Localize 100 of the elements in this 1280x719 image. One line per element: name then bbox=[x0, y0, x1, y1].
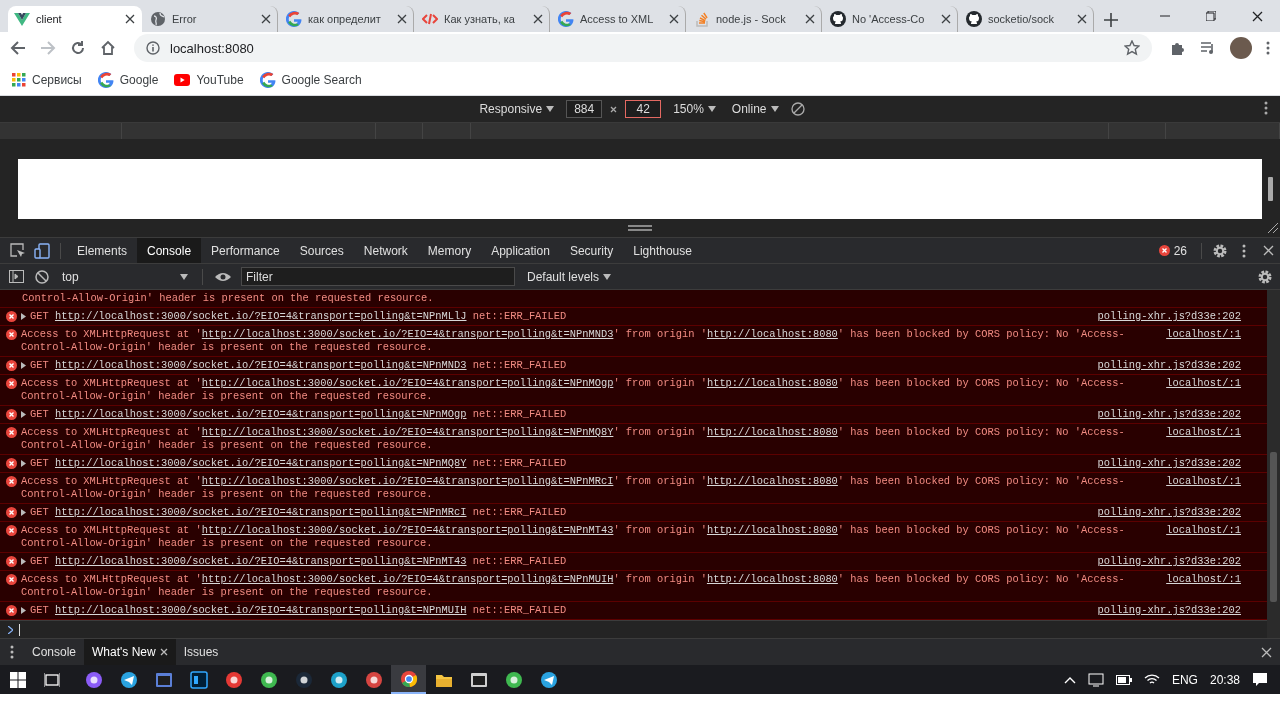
devtools-tab[interactable]: Performance bbox=[201, 238, 290, 263]
source-link[interactable]: polling-xhr.js?d33e:202 bbox=[1097, 457, 1241, 470]
url-link[interactable]: http://localhost:3000/socket.io/?EIO=4&transport=polling&t=NPnMOgp bbox=[54, 408, 467, 420]
clear-icon[interactable] bbox=[35, 269, 49, 284]
close-icon[interactable] bbox=[159, 648, 168, 656]
settings-icon[interactable] bbox=[1212, 242, 1228, 259]
filter-field[interactable]: Filter bbox=[241, 267, 515, 286]
close-icon[interactable] bbox=[805, 14, 815, 24]
text-cursor[interactable] bbox=[19, 623, 20, 636]
source-link[interactable]: localhost/:1 bbox=[1166, 426, 1241, 439]
source-link[interactable]: localhost/:1 bbox=[1166, 573, 1241, 586]
devtools-tab[interactable]: Sources bbox=[289, 238, 354, 263]
bookmark[interactable]: Google Search bbox=[259, 71, 362, 88]
media-icon[interactable] bbox=[1200, 40, 1216, 56]
width-field[interactable]: 884 bbox=[566, 100, 603, 118]
height-field[interactable]: 42 bbox=[625, 100, 662, 118]
avatar[interactable] bbox=[1230, 37, 1252, 59]
bookmark[interactable]: Сервисы bbox=[12, 72, 82, 87]
device-select[interactable]: Responsive bbox=[475, 102, 559, 116]
home-icon[interactable] bbox=[100, 40, 116, 56]
source-link[interactable]: localhost/:1 bbox=[1166, 377, 1241, 390]
close-icon[interactable] bbox=[1261, 646, 1272, 658]
source-link[interactable]: polling-xhr.js?d33e:202 bbox=[1097, 506, 1241, 519]
expand-triangle-icon[interactable] bbox=[21, 313, 26, 320]
expand-triangle-icon[interactable] bbox=[21, 460, 26, 467]
url-link[interactable]: http://localhost:3000/socket.io/?EIO=4&transport=polling&t=NPnMND3 bbox=[201, 328, 614, 340]
close-icon[interactable] bbox=[261, 14, 271, 24]
eye-icon[interactable] bbox=[215, 271, 231, 282]
sidebar-icon[interactable] bbox=[8, 270, 24, 283]
devtools-tab[interactable]: Network bbox=[353, 238, 418, 263]
more-menu-icon[interactable] bbox=[1264, 101, 1268, 115]
source-link[interactable]: polling-xhr.js?d33e:202 bbox=[1097, 408, 1241, 421]
bookmark[interactable]: YouTube bbox=[174, 72, 244, 87]
url-link[interactable]: http://localhost:3000/socket.io/?EIO=4&transport=polling&t=NPnMOgp bbox=[201, 377, 614, 389]
address-bar[interactable]: localhost:8080 bbox=[134, 34, 1152, 62]
corner-resize-icon[interactable] bbox=[1268, 223, 1278, 233]
expand-triangle-icon[interactable] bbox=[21, 509, 26, 516]
levels-select[interactable]: Default levels bbox=[521, 269, 618, 284]
url-link[interactable]: http://localhost:8080 bbox=[706, 426, 838, 438]
url-link[interactable]: http://localhost:8080 bbox=[706, 377, 838, 389]
close-icon[interactable] bbox=[1077, 14, 1087, 24]
source-link[interactable]: polling-xhr.js?d33e:202 bbox=[1097, 359, 1241, 372]
url-link[interactable]: http://localhost:8080 bbox=[706, 573, 838, 585]
expand-triangle-icon[interactable] bbox=[21, 362, 26, 369]
windows-logo-icon[interactable] bbox=[10, 671, 26, 688]
devtools-tab[interactable]: Security bbox=[559, 238, 624, 263]
devtools-tab[interactable]: Application bbox=[481, 238, 560, 263]
url-link[interactable]: http://localhost:3000/socket.io/?EIO=4&transport=polling&t=NPnMUIH bbox=[54, 604, 467, 616]
devtools-tab[interactable]: Lighthouse bbox=[623, 238, 702, 263]
url-link[interactable]: http://localhost:8080 bbox=[706, 524, 838, 536]
source-link[interactable]: localhost/:1 bbox=[1166, 524, 1241, 537]
url-link[interactable]: http://localhost:3000/socket.io/?EIO=4&transport=polling&t=NPnMT43 bbox=[54, 555, 467, 567]
drawer-menu-icon[interactable] bbox=[10, 645, 14, 659]
url-link[interactable]: http://localhost:3000/socket.io/?EIO=4&transport=polling&t=NPnMRcI bbox=[201, 475, 614, 487]
expand-triangle-icon[interactable] bbox=[21, 558, 26, 565]
url-link[interactable]: http://localhost:3000/socket.io/?EIO=4&transport=polling&t=NPnMND3 bbox=[54, 359, 467, 371]
taskbar-app[interactable] bbox=[391, 665, 426, 694]
back-icon[interactable] bbox=[10, 40, 26, 56]
task-view-icon[interactable] bbox=[44, 671, 60, 688]
resize-handle[interactable] bbox=[628, 225, 652, 231]
drawer-tab[interactable]: Console bbox=[24, 639, 85, 665]
url-link[interactable]: http://localhost:8080 bbox=[706, 328, 838, 340]
puzzle-icon[interactable] bbox=[1170, 40, 1186, 56]
url-link[interactable]: http://localhost:3000/socket.io/?EIO=4&transport=polling&t=NPnMQ8Y bbox=[54, 457, 467, 469]
resize-handle[interactable] bbox=[1268, 177, 1273, 201]
error-counter[interactable]: 26 bbox=[1150, 243, 1195, 258]
url-link[interactable]: http://localhost:3000/socket.io/?EIO=4&transport=polling&t=NPnMT43 bbox=[201, 524, 614, 536]
source-link[interactable]: localhost/:1 bbox=[1166, 328, 1241, 341]
network-icon[interactable] bbox=[1087, 672, 1104, 687]
drawer-tab[interactable]: What's New bbox=[84, 639, 176, 665]
source-link[interactable]: polling-xhr.js?d33e:202 bbox=[1097, 555, 1241, 568]
expand-triangle-icon[interactable] bbox=[21, 607, 26, 614]
source-link[interactable]: polling-xhr.js?d33e:202 bbox=[1097, 604, 1241, 617]
url-link[interactable]: http://localhost:3000/socket.io/?EIO=4&transport=polling&t=NPnMUIH bbox=[201, 573, 614, 585]
settings-icon[interactable] bbox=[1257, 268, 1273, 285]
restore-icon[interactable] bbox=[1206, 11, 1216, 21]
context-select[interactable]: top bbox=[56, 266, 194, 287]
clock[interactable]: 20:38 bbox=[1209, 672, 1240, 687]
close-icon[interactable] bbox=[1262, 245, 1274, 256]
devtools-tab[interactable]: Elements bbox=[67, 238, 138, 263]
more-menu-icon[interactable] bbox=[1266, 41, 1270, 55]
new-tab-icon[interactable] bbox=[1104, 13, 1118, 27]
language-indicator[interactable]: ENG bbox=[1171, 672, 1198, 687]
expand-triangle-icon[interactable] bbox=[21, 411, 26, 418]
throttling-select[interactable]: Online bbox=[727, 102, 783, 116]
close-icon[interactable] bbox=[1251, 10, 1263, 22]
drawer-tab[interactable]: Issues bbox=[175, 639, 227, 665]
devtools-tab[interactable]: Console bbox=[137, 238, 202, 263]
source-link[interactable]: localhost/:1 bbox=[1166, 475, 1241, 488]
battery-icon[interactable] bbox=[1115, 674, 1132, 685]
url-link[interactable]: http://localhost:3000/socket.io/?EIO=4&transport=polling&t=NPnMQ8Y bbox=[201, 426, 614, 438]
notification-icon[interactable] bbox=[1252, 671, 1268, 688]
chevron-up-icon[interactable] bbox=[1063, 675, 1076, 684]
wifi-icon[interactable] bbox=[1143, 673, 1160, 686]
close-icon[interactable] bbox=[533, 14, 543, 24]
scrollbar[interactable] bbox=[1267, 290, 1280, 638]
close-icon[interactable] bbox=[941, 14, 951, 24]
browser-tab[interactable]: client bbox=[8, 6, 142, 32]
rotate-icon[interactable] bbox=[790, 102, 805, 116]
bookmark[interactable]: Google bbox=[97, 71, 159, 88]
